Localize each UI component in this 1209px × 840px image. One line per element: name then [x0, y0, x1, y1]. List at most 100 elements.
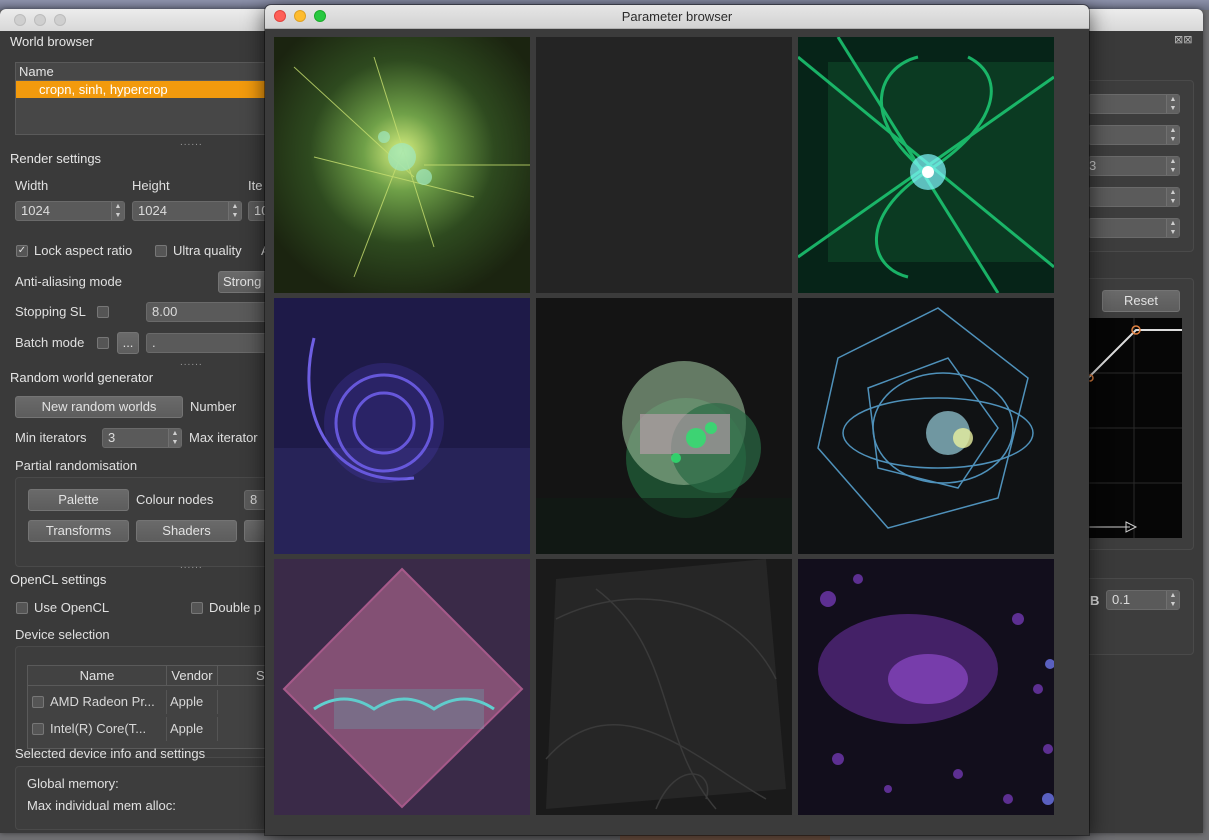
- thumbnail-1[interactable]: [274, 37, 530, 293]
- ultra-quality-checkbox[interactable]: [155, 245, 167, 257]
- fractal-image: [536, 559, 792, 815]
- b-stepper[interactable]: ▲ ▼: [1166, 591, 1179, 609]
- opencl-title: OpenCL settings: [10, 572, 107, 587]
- left-panel: World browser Name cropn, sinh, hypercro…: [0, 31, 288, 833]
- batch-browse-button[interactable]: ...: [117, 332, 139, 354]
- max-iterators-label: Max iterator: [189, 430, 258, 445]
- fractal-image: [798, 37, 1054, 293]
- main-close-button[interactable]: [14, 14, 26, 26]
- use-opencl-label: Use OpenCL: [34, 600, 110, 615]
- thumbnail-3[interactable]: [798, 37, 1054, 293]
- right-field-3[interactable]: 3 ▲ ▼: [1088, 156, 1180, 176]
- double-precision-label: Double p: [209, 600, 262, 615]
- world-list-item-selected[interactable]: cropn, sinh, hypercrop: [16, 81, 274, 98]
- fractal-image: [536, 298, 792, 554]
- lock-aspect-label: Lock aspect ratio: [34, 243, 133, 258]
- render-settings-title: Render settings: [10, 151, 102, 166]
- thumbnail-5[interactable]: [536, 298, 792, 554]
- dock-float-close-icon[interactable]: ⊠⊠: [1174, 33, 1192, 46]
- height-stepper[interactable]: ▲ ▼: [228, 202, 241, 220]
- stepper-icon[interactable]: ▲ ▼: [1166, 188, 1179, 206]
- stepper-icon[interactable]: ▲ ▼: [1166, 95, 1179, 113]
- fractal-image: [274, 559, 530, 815]
- stopping-sl-checkbox[interactable]: [97, 306, 109, 318]
- transforms-button[interactable]: Transforms: [28, 520, 129, 542]
- height-label: Height: [132, 178, 170, 193]
- min-iterators-label: Min iterators: [15, 430, 87, 445]
- palette-button[interactable]: Palette: [28, 489, 129, 511]
- stepper-icon[interactable]: ▲ ▼: [1166, 219, 1179, 237]
- fractal-image: [274, 37, 530, 293]
- thumbnail-2[interactable]: [536, 37, 792, 293]
- fractal-image: [798, 559, 1054, 815]
- b-value: 0.1: [1112, 592, 1131, 607]
- main-zoom-button[interactable]: [54, 14, 66, 26]
- thumbnail-9[interactable]: [798, 559, 1054, 815]
- curve-graph-svg: [1088, 318, 1182, 538]
- width-label: Width: [15, 178, 49, 193]
- splitter-handle[interactable]: ......: [180, 137, 203, 148]
- reset-button[interactable]: Reset: [1102, 290, 1180, 312]
- thumbnail-8[interactable]: [536, 559, 792, 815]
- right-field-2[interactable]: ▲ ▼: [1088, 125, 1180, 145]
- thumbnail-4[interactable]: [274, 298, 530, 554]
- min-iterators-stepper[interactable]: ▲ ▼: [168, 429, 181, 447]
- right-field-1[interactable]: ▲ ▼: [1088, 94, 1180, 114]
- batch-mode-checkbox[interactable]: [97, 337, 109, 349]
- double-precision-checkbox[interactable]: [191, 602, 203, 614]
- right-field-4[interactable]: ▲ ▼: [1088, 187, 1180, 207]
- window-title: Parameter browser: [621, 9, 733, 24]
- world-list-name-header[interactable]: Name: [16, 63, 274, 81]
- fractal-image: [274, 298, 530, 554]
- b-input[interactable]: 0.1 ▲ ▼: [1106, 590, 1180, 610]
- stepper-icon[interactable]: ▲ ▼: [1166, 126, 1179, 144]
- fractal-image: [798, 298, 1054, 554]
- right-field-5[interactable]: ▲ ▼: [1088, 218, 1180, 238]
- width-stepper[interactable]: ▲ ▼: [111, 202, 124, 220]
- antialias-label: Anti-aliasing mode: [15, 274, 122, 289]
- thumbnail-7[interactable]: [274, 559, 530, 815]
- curve-graph[interactable]: [1088, 318, 1182, 538]
- number-label: Number: [190, 399, 237, 414]
- width-input[interactable]: 1024 ▲ ▼: [15, 201, 125, 221]
- stopping-sl-label: Stopping SL: [15, 304, 86, 319]
- device-table[interactable]: Name Vendor Sp AMD Radeon Pr... Apple In…: [27, 665, 275, 749]
- random-world-title: Random world generator: [10, 370, 154, 385]
- stepper-icon[interactable]: ▲ ▼: [1166, 157, 1179, 175]
- splitter-handle[interactable]: ......: [180, 560, 203, 571]
- device-column-vendor[interactable]: Vendor: [167, 666, 218, 686]
- device-vendor-cell[interactable]: Apple: [167, 690, 218, 714]
- min-iterators-value: 3: [108, 430, 116, 445]
- parameter-browser-titlebar[interactable]: Parameter browser: [265, 5, 1089, 29]
- global-memory-label: Global memory:: [27, 776, 119, 791]
- device-selection-title: Device selection: [15, 627, 110, 642]
- use-opencl-checkbox[interactable]: [16, 602, 28, 614]
- splitter-handle[interactable]: ......: [180, 357, 203, 368]
- iterations-label: Ite: [248, 178, 263, 193]
- right-field-3-value: 3: [1089, 158, 1097, 173]
- height-value: 1024: [138, 203, 167, 218]
- colour-nodes-label: Colour nodes: [136, 492, 214, 507]
- height-input[interactable]: 1024 ▲ ▼: [132, 201, 242, 221]
- fractal-image: [536, 37, 792, 293]
- parameter-browser-window: Parameter browser: [265, 5, 1089, 835]
- device-column-name[interactable]: Name: [28, 666, 167, 686]
- device-checkbox[interactable]: [32, 696, 44, 708]
- world-browser-title: World browser: [10, 34, 94, 49]
- partial-randomisation-title: Partial randomisation: [15, 458, 138, 473]
- ultra-quality-label: Ultra quality: [173, 243, 242, 258]
- device-checkbox[interactable]: [32, 723, 44, 735]
- device-name-cell[interactable]: AMD Radeon Pr...: [50, 690, 167, 714]
- lock-aspect-checkbox[interactable]: ✓: [16, 245, 28, 257]
- world-list[interactable]: Name cropn, sinh, hypercrop: [15, 62, 275, 135]
- min-iterators-input[interactable]: 3 ▲ ▼: [102, 428, 182, 448]
- device-vendor-cell[interactable]: Apple: [167, 717, 218, 741]
- batch-mode-label: Batch mode: [15, 335, 85, 350]
- main-minimize-button[interactable]: [34, 14, 46, 26]
- b-label: B: [1090, 593, 1100, 608]
- max-alloc-label: Max individual mem alloc:: [27, 798, 176, 813]
- new-random-worlds-button[interactable]: New random worlds: [15, 396, 183, 418]
- device-name-cell[interactable]: Intel(R) Core(T...: [50, 717, 167, 741]
- thumbnail-6[interactable]: [798, 298, 1054, 554]
- shaders-button[interactable]: Shaders: [136, 520, 237, 542]
